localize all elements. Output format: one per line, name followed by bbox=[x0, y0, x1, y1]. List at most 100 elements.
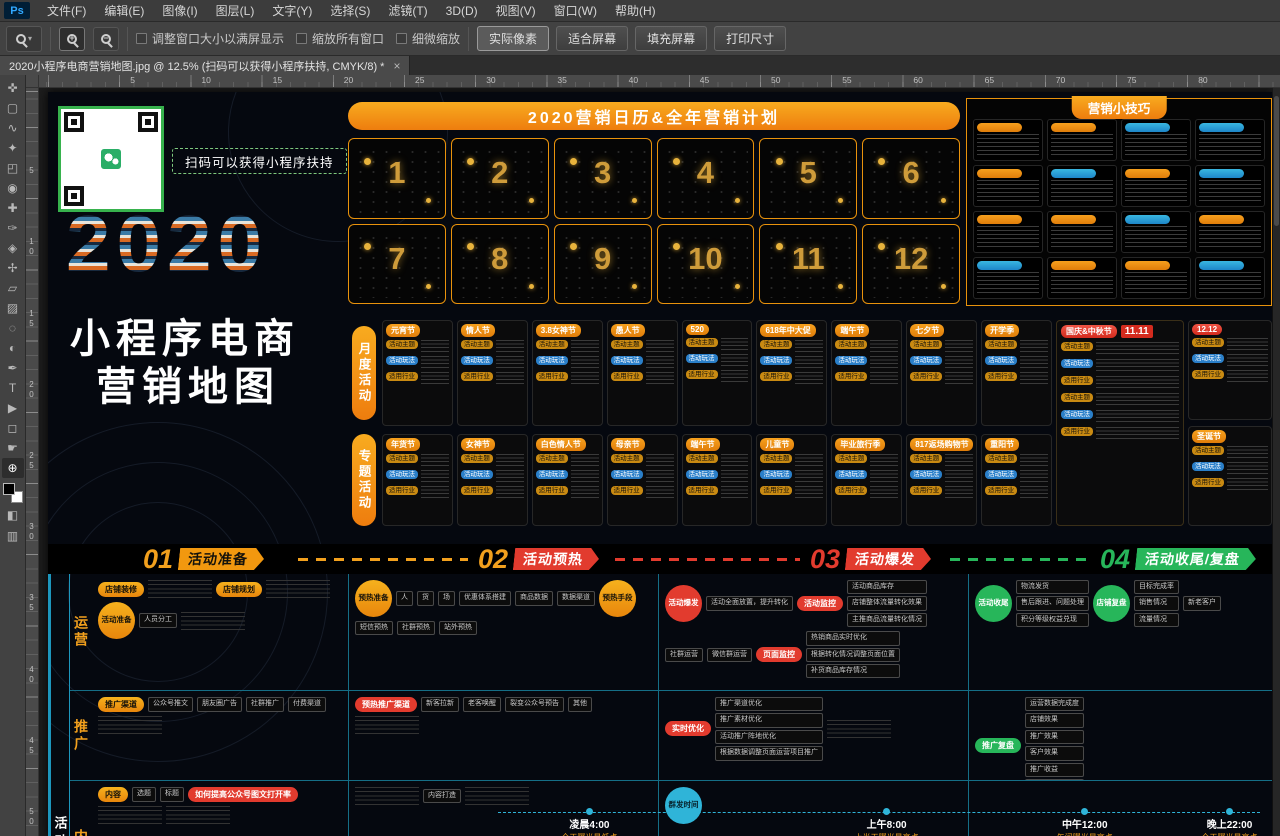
eraser-tool-icon[interactable]: ▱ bbox=[2, 278, 24, 298]
shape-tool-icon[interactable]: ◻ bbox=[2, 418, 24, 438]
calendar-month-2: 2 bbox=[451, 138, 549, 219]
flow-section: 活动策划文运营店铺装修店铺规划活动准备人员分工预热准备人货场优惠体系搭建商品数据… bbox=[48, 574, 1272, 836]
event-card: 元宵节活动主题活动玩法适用行业 bbox=[382, 320, 453, 426]
foreground-color-swatch[interactable] bbox=[3, 483, 15, 495]
checkbox-box-resize-windows[interactable] bbox=[136, 33, 147, 44]
menu-select[interactable]: 选择(S) bbox=[321, 0, 379, 21]
type-tool-icon[interactable]: T bbox=[2, 378, 24, 398]
text-lines bbox=[421, 454, 449, 467]
checkbox-resize-windows[interactable]: 调整窗口大小以满屏显示 bbox=[136, 30, 284, 47]
text-lines bbox=[571, 340, 599, 353]
fit-screen-button[interactable]: 适合屏幕 bbox=[556, 26, 628, 51]
node-cluster: 预热推广渠道新客拉新老客唤醒裂变公众号预告其他 bbox=[355, 697, 652, 734]
menu-filter[interactable]: 滤镜(T) bbox=[379, 0, 436, 21]
tag-pill: 适用行业 bbox=[611, 486, 643, 495]
zoom-in-button[interactable]: + bbox=[59, 27, 85, 51]
print-size-button[interactable]: 打印尺寸 bbox=[714, 26, 786, 51]
menu-window[interactable]: 窗口(W) bbox=[545, 0, 606, 21]
tag-row: 活动主题 bbox=[760, 454, 823, 467]
tip-card-13 bbox=[973, 257, 1043, 299]
phase-number: 04 bbox=[1100, 544, 1130, 574]
color-swatches[interactable] bbox=[2, 482, 24, 504]
tag-row: 活动主题 bbox=[386, 454, 449, 467]
flow-node: 目标完成率 bbox=[1134, 580, 1179, 594]
node-cluster: 推广复盘运营数据完成度店铺效果推广效果客户效果推广收益ROI bbox=[975, 697, 1266, 780]
checkbox-scrubby-zoom[interactable]: 细微缩放 bbox=[396, 30, 460, 47]
crop-tool-icon[interactable]: ◰ bbox=[2, 158, 24, 178]
event-title: 年货节 bbox=[386, 438, 420, 451]
checkbox-box-zoom-all-windows[interactable] bbox=[296, 33, 307, 44]
tip-card-4 bbox=[1195, 119, 1265, 161]
zoom-out-button[interactable]: − bbox=[93, 27, 119, 51]
pen-tool-icon[interactable]: ✒ bbox=[2, 358, 24, 378]
ruler-mark: 50 bbox=[771, 75, 780, 85]
zoom-tool-icon[interactable]: ⊕ bbox=[2, 458, 24, 478]
menu-3d[interactable]: 3D(D) bbox=[437, 0, 487, 21]
text-lines bbox=[945, 372, 973, 385]
current-tool-preset[interactable]: ▾ bbox=[6, 26, 42, 52]
row-label-text: 运营 bbox=[71, 615, 91, 649]
text-lines bbox=[421, 372, 449, 385]
menu-type[interactable]: 文字(Y) bbox=[263, 0, 321, 21]
flow-cell: 内容选题标题如何提高公众号图文打开率 bbox=[92, 780, 348, 836]
event-card: 白色情人节活动主题活动玩法适用行业 bbox=[532, 434, 603, 526]
flow-node: 站外预热 bbox=[439, 621, 477, 635]
menu-layer[interactable]: 图层(L) bbox=[207, 0, 264, 21]
marquee-tool-icon[interactable]: ▢ bbox=[2, 98, 24, 118]
fill-screen-button[interactable]: 填充屏幕 bbox=[635, 26, 707, 51]
menu-view[interactable]: 视图(V) bbox=[487, 0, 545, 21]
document-title: 2020小程序电商营销地图.jpg @ 12.5% (扫码可以获得小程序扶持, … bbox=[9, 58, 384, 74]
document-tab[interactable]: 2020小程序电商营销地图.jpg @ 12.5% (扫码可以获得小程序扶持, … bbox=[0, 56, 410, 75]
event-title: 儿童节 bbox=[760, 438, 794, 451]
path-select-tool-icon[interactable]: ▶ bbox=[2, 398, 24, 418]
ruler-mark: 35 bbox=[27, 593, 36, 613]
ruler-mark: 20 bbox=[27, 380, 36, 400]
hand-tool-icon[interactable]: ☛ bbox=[2, 438, 24, 458]
tag-row: 活动主题 bbox=[611, 340, 674, 353]
tag-pill: 活动主题 bbox=[1192, 446, 1224, 455]
canvas-area[interactable]: 扫码可以获得小程序扶持 2020 小程序电商 营销地图 2020营销日历&全年营… bbox=[39, 88, 1280, 836]
tag-row: 适用行业 bbox=[985, 486, 1048, 499]
eyedropper-tool-icon[interactable]: ◉ bbox=[2, 178, 24, 198]
lasso-tool-icon[interactable]: ∿ bbox=[2, 118, 24, 138]
scrollbar-thumb[interactable] bbox=[1274, 96, 1279, 226]
text-lines bbox=[1051, 226, 1113, 249]
tab-close-icon[interactable]: × bbox=[393, 59, 400, 73]
history-brush-tool-icon[interactable]: ✢ bbox=[2, 258, 24, 278]
node-list: 物流发货售后跟进、问题处理积分等级权益兑现 bbox=[1016, 580, 1089, 627]
app-logo-icon: Ps bbox=[4, 2, 30, 19]
tag-row: 活动玩法 bbox=[536, 356, 599, 369]
flow-node: 活动爆发 bbox=[665, 585, 702, 622]
healing-brush-tool-icon[interactable]: ✚ bbox=[2, 198, 24, 218]
checkbox-box-scrubby-zoom[interactable] bbox=[396, 33, 407, 44]
tag-row: 适用行业 bbox=[760, 486, 823, 499]
dodge-tool-icon[interactable]: ◐ bbox=[2, 338, 24, 358]
divider bbox=[50, 27, 51, 51]
menu-image[interactable]: 图像(I) bbox=[153, 0, 206, 21]
actual-pixels-button[interactable]: 实际像素 bbox=[477, 26, 549, 51]
menu-help[interactable]: 帮助(H) bbox=[606, 0, 665, 21]
text-lines bbox=[721, 454, 749, 467]
screen-mode-icon[interactable]: ▥ bbox=[2, 526, 24, 546]
tag-pill: 活动主题 bbox=[835, 340, 867, 349]
double11-badge: 11.11 bbox=[1121, 325, 1153, 338]
blur-tool-icon[interactable]: ◌ bbox=[2, 318, 24, 338]
brush-tool-icon[interactable]: ✑ bbox=[2, 218, 24, 238]
checkbox-zoom-all-windows[interactable]: 缩放所有窗口 bbox=[296, 30, 384, 47]
tip-card-9 bbox=[973, 211, 1043, 253]
tag-row: 适用行业 bbox=[1061, 427, 1179, 440]
move-tool-icon[interactable]: ✜ bbox=[2, 78, 24, 98]
quick-select-tool-icon[interactable]: ✦ bbox=[2, 138, 24, 158]
menu-edit[interactable]: 编辑(E) bbox=[95, 0, 153, 21]
flow-node: 其他 bbox=[568, 697, 592, 711]
tag-pill: 活动玩法 bbox=[985, 470, 1017, 479]
flow-node: 售后跟进、问题处理 bbox=[1016, 596, 1089, 610]
tag-row: 适用行业 bbox=[910, 486, 973, 499]
tag-pill: 适用行业 bbox=[686, 486, 718, 495]
gradient-tool-icon[interactable]: ▨ bbox=[2, 298, 24, 318]
vertical-scrollbar[interactable] bbox=[1273, 88, 1280, 836]
clone-stamp-tool-icon[interactable]: ◈ bbox=[2, 238, 24, 258]
menu-file[interactable]: 文件(F) bbox=[38, 0, 95, 21]
quick-mask-icon[interactable]: ◧ bbox=[2, 505, 24, 525]
text-lines bbox=[1199, 226, 1261, 249]
